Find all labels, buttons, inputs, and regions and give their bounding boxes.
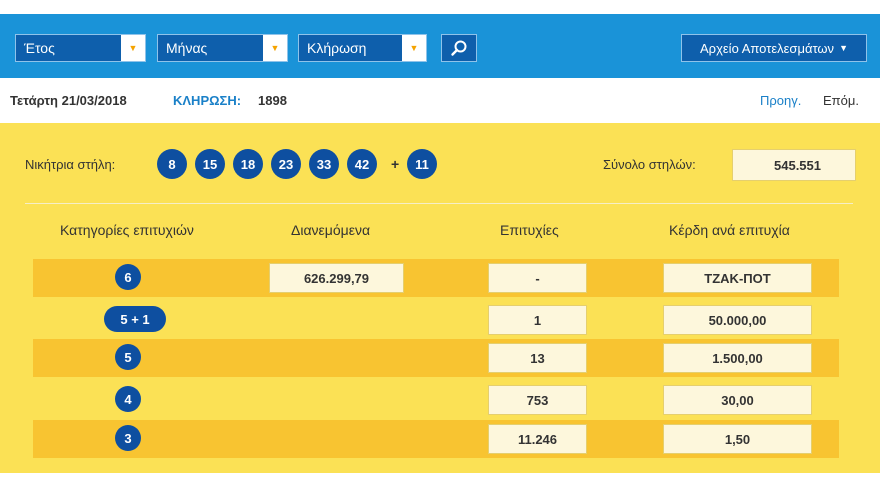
category-badge: 6 (115, 264, 141, 290)
winning-number-ball: 42 (347, 149, 377, 179)
results-panel: Νικήτρια στήλη: 8 15 18 23 33 42 + 11 Σύ… (0, 123, 880, 473)
column-header-prize: Κέρδη ανά επιτυχία (669, 222, 790, 238)
month-dropdown-label: Μήνας (166, 40, 208, 56)
winners-count: - (488, 263, 587, 293)
search-button[interactable] (441, 34, 477, 62)
next-draw-link[interactable]: Επόμ. (823, 93, 859, 108)
filter-toolbar: Έτος ▼ Μήνας ▼ Κλήρωση ▼ Αρχείο Αποτελεσ… (0, 14, 880, 78)
winning-number-ball: 18 (233, 149, 263, 179)
table-row: 6 626.299,79 - ΤΖΑΚ-ΠΟΤ (33, 259, 839, 297)
winners-count: 13 (488, 343, 587, 373)
winners-count: 11.246 (488, 424, 587, 454)
winning-numbers-label: Νικήτρια στήλη: (25, 157, 116, 172)
table-row: 5 + 1 1 50.000,00 (33, 301, 839, 339)
column-header-categories: Κατηγορίες επιτυχιών (60, 222, 194, 238)
distributed-amount: 626.299,79 (269, 263, 404, 293)
prize-per-winner: 30,00 (663, 385, 812, 415)
caret-down-icon[interactable]: ▼ (402, 35, 426, 61)
column-header-distributed: Διανεμόμενα (291, 222, 371, 238)
month-dropdown[interactable]: Μήνας ▼ (157, 34, 288, 62)
plus-sign: + (391, 156, 400, 172)
results-page: Έτος ▼ Μήνας ▼ Κλήρωση ▼ Αρχείο Αποτελεσ… (0, 0, 887, 484)
winning-number-ball: 8 (157, 149, 187, 179)
search-icon (451, 40, 467, 56)
winning-number-ball: 15 (195, 149, 225, 179)
winners-count: 753 (488, 385, 587, 415)
year-dropdown[interactable]: Έτος ▼ (15, 34, 146, 62)
draw-date: Τετάρτη 21/03/2018 (10, 93, 127, 108)
caret-down-icon: ▼ (839, 43, 848, 53)
column-header-winners: Επιτυχίες (500, 222, 559, 238)
winning-number-ball: 33 (309, 149, 339, 179)
winning-number-ball: 23 (271, 149, 301, 179)
year-dropdown-label: Έτος (24, 40, 55, 56)
table-row: 4 753 30,00 (33, 381, 839, 419)
prize-per-winner: 1.500,00 (663, 343, 812, 373)
winners-count: 1 (488, 305, 587, 335)
table-row: 5 13 1.500,00 (33, 339, 839, 377)
draw-info-bar: Τετάρτη 21/03/2018 ΚΛΗΡΩΣΗ: 1898 Προηγ. … (0, 78, 887, 123)
draw-dropdown-label: Κλήρωση (307, 40, 367, 56)
prize-per-winner: 50.000,00 (663, 305, 812, 335)
caret-down-icon[interactable]: ▼ (121, 35, 145, 61)
table-row: 3 11.246 1,50 (33, 420, 839, 458)
prize-per-winner: ΤΖΑΚ-ΠΟΤ (663, 263, 812, 293)
bonus-number-ball: 11 (407, 149, 437, 179)
category-badge: 3 (115, 425, 141, 451)
prize-per-winner: 1,50 (663, 424, 812, 454)
category-badge: 5 (115, 344, 141, 370)
results-archive-label: Αρχείο Αποτελεσμάτων (700, 40, 835, 56)
category-badge: 5 + 1 (104, 306, 166, 332)
draw-number: 1898 (258, 93, 287, 108)
previous-draw-link[interactable]: Προηγ. (760, 93, 801, 108)
draw-dropdown[interactable]: Κλήρωση ▼ (298, 34, 427, 62)
category-badge: 4 (115, 386, 141, 412)
total-columns-label: Σύνολο στηλών: (603, 157, 696, 172)
divider (25, 203, 853, 204)
draw-number-label: ΚΛΗΡΩΣΗ: (173, 93, 242, 108)
results-archive-button[interactable]: Αρχείο Αποτελεσμάτων ▼ (681, 34, 867, 62)
caret-down-icon[interactable]: ▼ (263, 35, 287, 61)
total-columns-value: 545.551 (732, 149, 856, 181)
